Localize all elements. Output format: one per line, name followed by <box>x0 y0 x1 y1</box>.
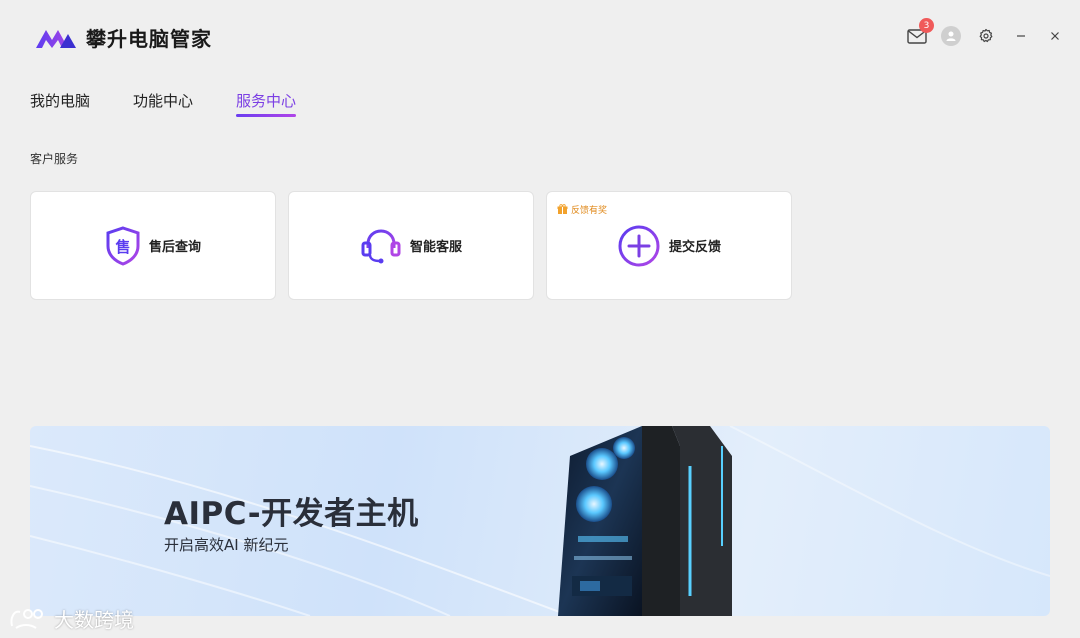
tab-service-center[interactable]: 服务中心 <box>236 90 297 117</box>
tab-my-computer[interactable]: 我的电脑 <box>30 90 90 117</box>
headset-icon <box>361 228 401 263</box>
banner-subtitle: 开启高效AI 新纪元 <box>164 536 289 554</box>
feedback-reward-tag: 反馈有奖 <box>557 203 607 216</box>
gear-icon <box>979 28 993 43</box>
section-title: 客户服务 <box>30 152 79 166</box>
gift-icon <box>557 204 568 214</box>
message-count-badge: 3 <box>919 18 934 33</box>
watermark: 大数跨境 <box>8 604 134 633</box>
submit-feedback-card[interactable]: 反馈有奖 提交反馈 <box>546 191 792 300</box>
watermark-text: 大数跨境 <box>54 608 134 632</box>
close-icon <box>1051 32 1059 40</box>
card-label: 智能客服 <box>409 240 462 255</box>
card-label: 售后查询 <box>148 240 201 255</box>
app-logo-icon <box>36 30 76 48</box>
message-button[interactable]: 3 <box>905 18 934 48</box>
minimize-button[interactable] <box>1012 24 1030 48</box>
settings-button[interactable] <box>976 24 996 48</box>
desktop-pc-image <box>558 426 732 616</box>
after-sales-shield-icon: 售 <box>106 225 140 266</box>
svg-text:售: 售 <box>115 238 130 256</box>
banner-title: AIPC-开发者主机 <box>164 496 419 532</box>
smart-support-card[interactable]: 智能客服 <box>288 191 534 300</box>
close-button[interactable] <box>1046 24 1064 48</box>
user-avatar-button[interactable] <box>941 26 961 46</box>
minimize-icon <box>1017 35 1025 37</box>
reward-tag-label: 反馈有奖 <box>571 206 608 216</box>
card-label: 提交反馈 <box>668 240 721 255</box>
app-title: 攀升电脑管家 <box>86 27 212 51</box>
promo-banner[interactable]: AIPC-开发者主机 开启高效AI 新纪元 <box>30 426 1050 616</box>
user-icon <box>946 31 956 41</box>
watermark-logo-icon <box>10 608 43 629</box>
tab-feature-center[interactable]: 功能中心 <box>133 90 193 117</box>
after-sales-query-card[interactable]: 售 售后查询 <box>30 191 276 300</box>
title-bar: 攀升电脑管家 3 <box>0 0 1080 74</box>
plus-circle-icon <box>618 225 660 266</box>
